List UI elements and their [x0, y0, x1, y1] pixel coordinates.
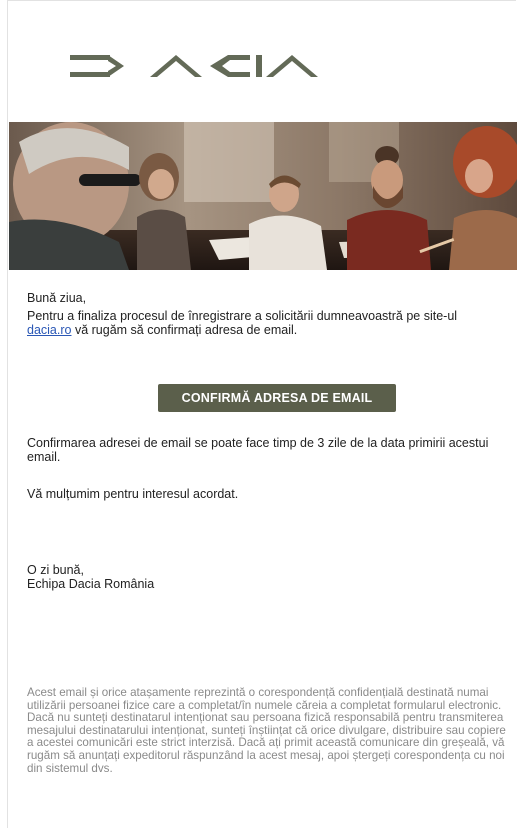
thanks-paragraph: Vă mulțumim pentru interesul acordat. [27, 487, 239, 501]
intro-text: Pentru a finaliza procesul de înregistra… [27, 309, 458, 323]
signoff-line2: Echipa Dacia România [27, 577, 155, 591]
validity-paragraph: Confirmarea adresei de email se poate fa… [27, 436, 489, 464]
email-container: Bună ziua, Pentru a finaliza procesul de… [7, 0, 517, 828]
intro-suffix: vă rugăm să confirmați adresa de email. [71, 323, 298, 337]
confidentiality-disclaimer: Acest email și orice atașamente reprezin… [27, 686, 506, 775]
dacia-logo [70, 51, 322, 81]
greeting-text: Bună ziua, [27, 291, 87, 305]
confirm-email-button[interactable]: CONFIRMĂ ADRESA DE EMAIL [158, 384, 396, 412]
signoff: O zi bună, Echipa Dacia România [27, 563, 505, 591]
hero-image [9, 122, 517, 270]
signoff-line1: O zi bună, [27, 563, 84, 577]
intro-paragraph: Pentru a finaliza procesul de înregistra… [27, 309, 505, 337]
site-link[interactable]: dacia.ro [27, 323, 71, 337]
